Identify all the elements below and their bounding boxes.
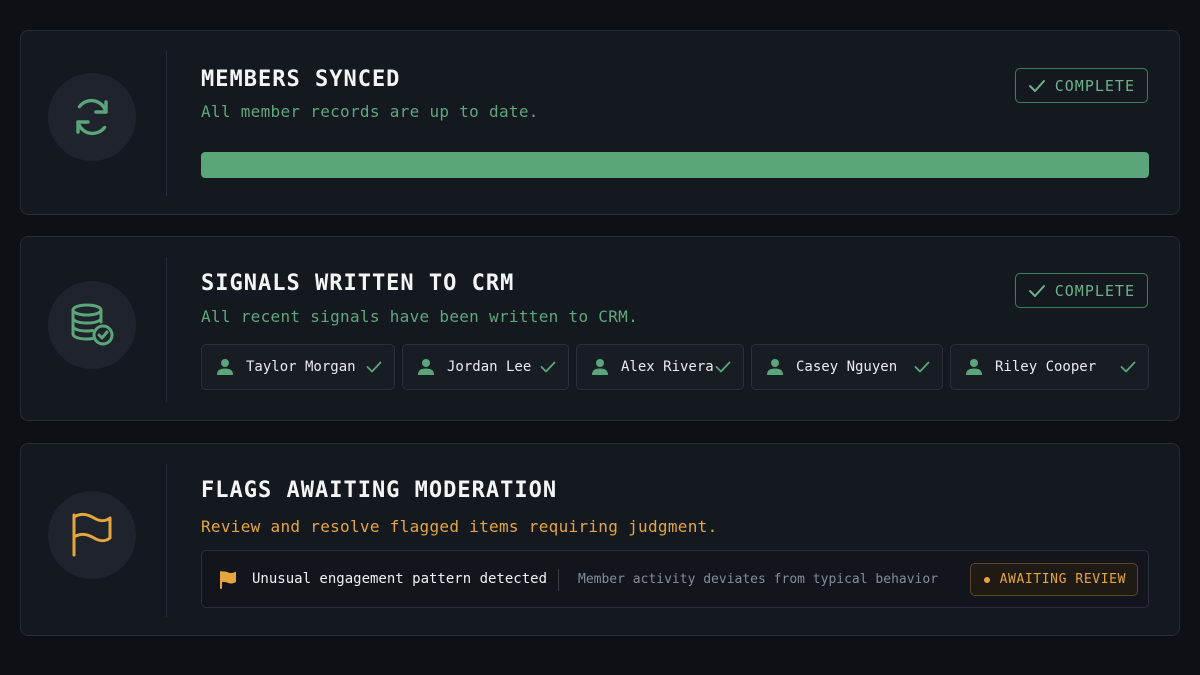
database-check-icon [48, 281, 136, 369]
check-icon [1120, 361, 1136, 373]
member-chip[interactable]: Taylor Morgan [201, 344, 395, 390]
member-name: Casey Nguyen [796, 359, 898, 375]
member-name: Riley Cooper [995, 359, 1097, 375]
user-icon [767, 359, 783, 375]
sync-icon [48, 73, 136, 161]
user-icon [217, 359, 233, 375]
flags-moderation-title: FLAGS AWAITING MODERATION [201, 478, 558, 503]
flags-moderation-subtitle: Review and resolve flagged items requiri… [201, 517, 718, 536]
user-icon [966, 359, 982, 375]
card-divider [166, 51, 167, 196]
flag-item-title: Unusual engagement pattern detected [252, 571, 548, 587]
flag-icon [220, 571, 236, 589]
members-synced-status-badge: COMPLETE [1014, 68, 1148, 103]
check-icon [1028, 79, 1045, 92]
check-icon [914, 361, 930, 373]
member-chip[interactable]: Jordan Lee [402, 344, 569, 390]
sync-progress-fill [201, 152, 1149, 178]
flag-item[interactable]: Unusual engagement pattern detected Memb… [201, 550, 1149, 608]
card-divider [166, 257, 167, 402]
flag-icon [48, 491, 136, 579]
member-chip[interactable]: Riley Cooper [950, 344, 1149, 390]
flag-item-description: Member activity deviates from typical be… [578, 572, 939, 587]
member-name: Jordan Lee [447, 359, 532, 375]
check-icon [540, 361, 556, 373]
check-icon [715, 361, 731, 373]
member-name: Alex Rivera [621, 359, 714, 375]
signals-crm-subtitle: All recent signals have been written to … [201, 307, 639, 326]
signals-crm-status-badge: COMPLETE [1014, 273, 1148, 308]
members-synced-title: MEMBERS SYNCED [201, 67, 401, 92]
member-name: Taylor Morgan [246, 359, 356, 375]
member-chip[interactable]: Casey Nguyen [751, 344, 943, 390]
check-icon [366, 361, 382, 373]
card-divider [166, 464, 167, 617]
user-icon [418, 359, 434, 375]
member-chip[interactable]: Alex Rivera [576, 344, 744, 390]
member-list: Taylor Morgan Jordan Lee Alex Rivera Cas… [201, 344, 1149, 390]
user-icon [592, 359, 608, 375]
status-label: COMPLETE [1054, 76, 1135, 95]
status-label: COMPLETE [1054, 281, 1135, 300]
flag-item-separator [558, 569, 559, 591]
awaiting-review-badge[interactable]: AWAITING REVIEW [969, 563, 1138, 596]
members-synced-card: MEMBERS SYNCED All member records are up… [20, 30, 1180, 215]
status-dot [983, 576, 990, 583]
status-label: AWAITING REVIEW [999, 572, 1126, 587]
flags-moderation-card: FLAGS AWAITING MODERATION Review and res… [20, 443, 1180, 636]
members-synced-subtitle: All member records are up to date. [201, 102, 539, 121]
signals-crm-card: SIGNALS WRITTEN TO CRM All recent signal… [20, 236, 1180, 421]
signals-crm-title: SIGNALS WRITTEN TO CRM [201, 271, 515, 296]
check-icon [1028, 284, 1045, 297]
sync-status-page: MEMBERS SYNCED All member records are up… [0, 0, 1200, 675]
sync-progress-bar [201, 152, 1149, 178]
